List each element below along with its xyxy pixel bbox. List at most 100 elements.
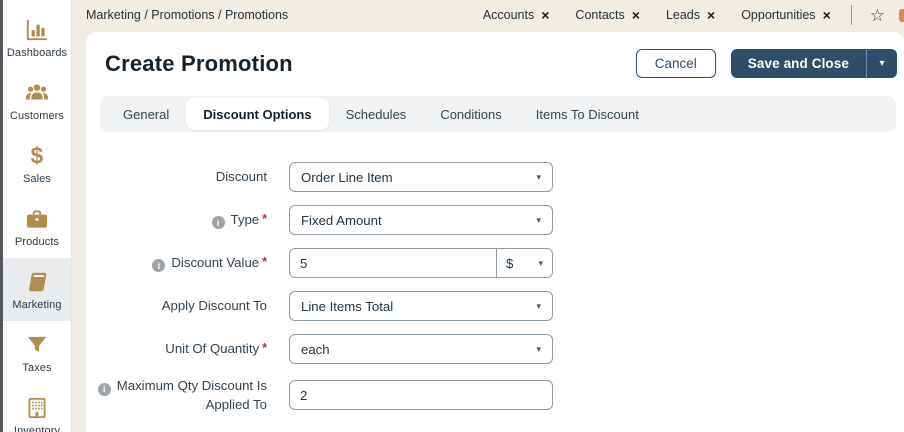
tab-discount-options[interactable]: Discount Options (186, 98, 329, 130)
close-icon[interactable]: × (823, 8, 831, 22)
topbar: Marketing / Promotions / Promotions Acco… (72, 0, 904, 30)
topbar-tabs: Accounts × Contacts × Leads × Opportunities × (483, 8, 831, 22)
info-icon[interactable]: i (97, 382, 111, 396)
page-title: Create Promotion (105, 50, 293, 76)
field-label-text: Type (230, 211, 260, 227)
chevron-down-icon: ▾ (536, 300, 541, 311)
required-asterisk: * (262, 341, 267, 356)
topbar-tab-label: Opportunities (741, 8, 816, 22)
page-tabs: General Discount Options Schedules Conditio… (100, 96, 896, 132)
field-row-apply-discount-to: Apply Discount To Line Items Total ▾ (86, 291, 904, 321)
field-control-discount-value: $▾ (289, 248, 553, 278)
discount-value-input[interactable] (289, 248, 497, 278)
tab-conditions[interactable]: Conditions (423, 98, 518, 130)
close-icon[interactable]: × (541, 8, 549, 22)
field-label-text: Discount (215, 169, 267, 185)
topbar-tab-label: Accounts (482, 8, 535, 22)
close-icon[interactable]: × (632, 8, 640, 22)
sidebar-item-label: Inventory (13, 424, 61, 432)
funnel-icon (24, 332, 50, 358)
required-asterisk: * (262, 254, 267, 269)
field-label-type: i Type * (86, 211, 267, 230)
clipped-topbar-icon[interactable] (899, 8, 904, 22)
topbar-tab-label: Contacts (575, 8, 625, 22)
field-label-unit-of-quantity: Unit Of Quantity * (86, 340, 267, 358)
field-row-discount: Discount Order Line Item ▾ (86, 162, 904, 192)
field-label-discount: Discount (86, 168, 267, 186)
field-control-discount: Order Line Item ▾ (289, 162, 553, 192)
tab-items-to-discount[interactable]: Items To Discount (519, 98, 656, 130)
currency-select[interactable]: $ ▾ (497, 248, 553, 278)
field-row-maximum-qty-discount-is-applied-to: i Maximum Qty Discount Is Applied To (86, 377, 904, 413)
apply-discount-to-select[interactable]: Line Items Total ▾ (289, 291, 553, 321)
sidebar-item-taxes[interactable]: Taxes (3, 321, 71, 384)
dollar-icon: $ (24, 143, 50, 169)
topbar-tab-label: Leads (665, 8, 701, 22)
field-control-apply-discount-to: Line Items Total ▾ (289, 291, 553, 321)
cancel-button[interactable]: Cancel (635, 49, 716, 78)
sidebar-item-inventory[interactable]: Inventory (3, 384, 71, 432)
field-control-type: Fixed Amount ▾ (289, 205, 553, 235)
field-label-maximum-qty-discount-is-applied-to: i Maximum Qty Discount Is Applied To (86, 377, 267, 413)
topbar-tab-leads[interactable]: Leads × (666, 8, 715, 22)
field-row-discount-value: iDiscount Value*$▾ (86, 248, 904, 278)
sidebar-item-customers[interactable]: Customers (3, 69, 71, 132)
save-and-close-label[interactable]: Save and Close (731, 49, 866, 78)
close-icon[interactable]: × (707, 8, 715, 22)
sidebar-item-sales[interactable]: $ Sales (3, 132, 71, 195)
field-control-unit-of-quantity: each ▾ (289, 334, 553, 364)
required-asterisk: * (262, 211, 267, 226)
selected-value: each (301, 341, 330, 357)
tab-general[interactable]: General (106, 98, 186, 130)
info-icon[interactable]: i (211, 216, 225, 230)
currency-value: $ (506, 255, 514, 271)
sidebar-item-marketing[interactable]: Marketing (3, 258, 71, 321)
field-label-text: Apply Discount To (161, 298, 267, 314)
topbar-tab-accounts[interactable]: Accounts × (483, 8, 550, 22)
field-label-text: Maximum Qty Discount Is Applied To (116, 378, 267, 412)
tab-schedules[interactable]: Schedules (329, 98, 424, 130)
discount-options-form: Discount Order Line Item ▾ i Type * Fixed Amou… (86, 162, 904, 413)
field-row-type: i Type * Fixed Amount ▾ (86, 205, 904, 235)
sidebar-item-products[interactable]: Products (3, 195, 71, 258)
save-and-close-button[interactable]: Save and Close ▾ (730, 49, 897, 78)
topbar-tab-opportunities[interactable]: Opportunities × (741, 8, 831, 22)
sidebar-item-label: Marketing (12, 298, 62, 311)
type-select[interactable]: Fixed Amount ▾ (289, 205, 553, 235)
chevron-down-icon: ▾ (536, 171, 541, 182)
breadcrumb: Marketing / Promotions / Promotions (86, 8, 289, 22)
sidebar-item-label: Sales (22, 172, 52, 185)
field-label-apply-discount-to: Apply Discount To (86, 297, 267, 315)
selected-value: Order Line Item (301, 169, 393, 185)
topbar-tab-contacts[interactable]: Contacts × (575, 8, 640, 22)
maximum-qty-discount-is-applied-to-input[interactable] (289, 380, 553, 411)
star-icon[interactable]: ☆ (870, 7, 885, 24)
sidebar: Dashboards Customers $ Sales Products Marketi… (3, 0, 72, 432)
briefcase-icon (24, 206, 50, 232)
unit-of-quantity-select[interactable]: each ▾ (289, 334, 553, 364)
window-edge (0, 0, 3, 432)
header-actions: Cancel Save and Close ▾ (635, 49, 897, 78)
sidebar-item-label: Customers (9, 109, 65, 122)
chevron-down-icon: ▾ (536, 214, 541, 225)
sidebar-item-label: Dashboards (6, 46, 68, 59)
save-options-caret-icon[interactable]: ▾ (866, 49, 897, 78)
people-icon (24, 80, 50, 106)
field-label-text: Unit Of Quantity (165, 341, 260, 357)
info-icon[interactable]: i (152, 259, 166, 273)
selected-value: Line Items Total (301, 298, 394, 314)
book-icon (24, 269, 50, 295)
input-currency-group: $▾ (289, 248, 553, 278)
sidebar-item-label: Products (14, 235, 60, 248)
svg-text:$: $ (31, 143, 44, 169)
sidebar-item-dashboards[interactable]: Dashboards (3, 6, 71, 69)
main-content: Create Promotion Cancel Save and Close ▾… (72, 30, 904, 432)
field-label-discount-value: i Discount Value * (86, 254, 267, 273)
card-header: Create Promotion Cancel Save and Close ▾ (86, 49, 904, 78)
chevron-down-icon: ▾ (538, 257, 543, 268)
chevron-down-icon: ▾ (536, 343, 541, 354)
discount-select[interactable]: Order Line Item ▾ (289, 162, 553, 192)
topbar-divider (850, 5, 852, 25)
bar-chart-icon (24, 17, 50, 43)
field-label-text: Discount Value (171, 254, 260, 270)
